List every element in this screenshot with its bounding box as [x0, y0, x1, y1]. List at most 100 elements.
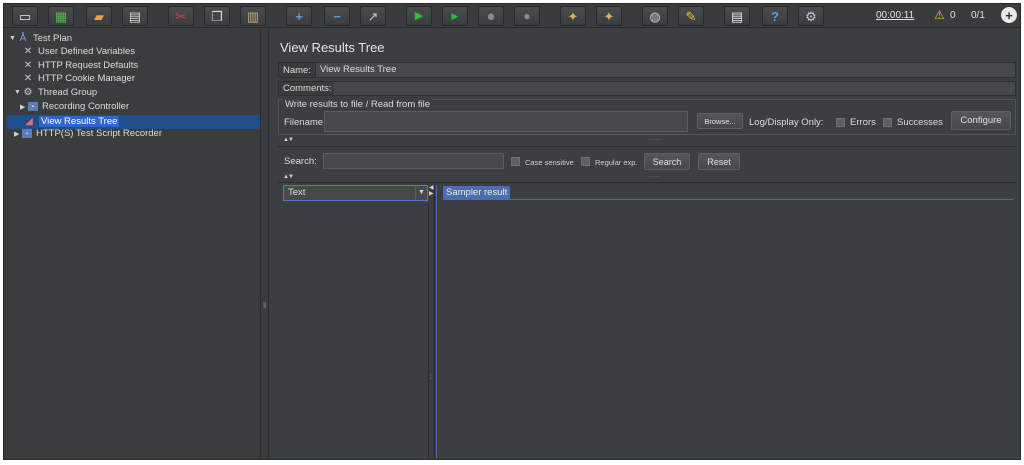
comments-field[interactable] — [334, 82, 1015, 95]
tree-item-label: Thread Group — [38, 87, 98, 98]
clear-icon[interactable]: ✦ — [560, 6, 586, 26]
reset-search-icon[interactable]: ✎ — [678, 6, 704, 26]
search-input[interactable] — [323, 153, 504, 169]
expand-toggle-icon[interactable]: ▼ — [9, 35, 17, 42]
successes-checkbox[interactable] — [883, 118, 892, 127]
expand-toggle-icon[interactable]: ▼ — [14, 89, 22, 96]
results-splitter[interactable]: ◀ ▶ ⁞ — [429, 185, 435, 459]
log-viewer-icon[interactable]: + — [1001, 7, 1017, 23]
templates-icon[interactable]: ▦ — [48, 6, 74, 26]
open-icon[interactable]: ▰ — [86, 6, 112, 26]
splitter-arrows-icon[interactable]: ▲▼ — [283, 137, 294, 143]
tree-item-label: User Defined Variables — [38, 46, 135, 57]
regular-exp-label: Regular exp. — [595, 158, 638, 167]
results-list[interactable] — [283, 203, 429, 459]
tree-splitter[interactable]: ‖ — [260, 29, 269, 459]
warning-icon[interactable]: ⚠ — [934, 8, 945, 22]
errors-checkbox[interactable] — [836, 118, 845, 127]
name-row: Name: View Results Tree — [278, 62, 1016, 78]
tab-underline — [443, 199, 1013, 200]
shutdown-icon[interactable]: ● — [514, 6, 540, 26]
config-element-icon: ✕ — [23, 46, 33, 57]
warning-count: 0 — [950, 10, 956, 21]
paste-icon[interactable]: ▥ — [240, 6, 266, 26]
splitter-arrows-icon[interactable]: ◀ ▶ — [429, 185, 434, 197]
tree-item-http-request-defaults[interactable]: ✕ HTTP Request Defaults — [22, 59, 138, 72]
splitter-grip-icon[interactable]: ······ — [649, 174, 661, 180]
help-icon[interactable]: ? — [762, 6, 788, 26]
name-field[interactable]: View Results Tree — [314, 63, 1015, 77]
case-sensitive-checkbox[interactable] — [511, 157, 520, 166]
listener-icon: ◢ — [25, 116, 33, 127]
tree-item-http-cookie-manager[interactable]: ✕ HTTP Cookie Manager — [22, 72, 135, 85]
search-button[interactable]: Search — [644, 153, 690, 170]
result-detail-pane: Sampler result — [436, 185, 1014, 459]
tab-sampler-result[interactable]: Sampler result — [443, 186, 511, 199]
recorder-icon: ▪ — [22, 129, 32, 138]
new-icon[interactable]: ▭ — [12, 6, 38, 26]
config-element-icon: ✕ — [23, 60, 33, 71]
tree-item-label: HTTP Cookie Manager — [38, 73, 135, 84]
jmeter-window: ▭ ▦ ▰ ▤ ✂ ❐ ▥ + − ↗ ▶ ▶ ● ● ✦ ✦ ◍ ✎ ▤ ? … — [3, 3, 1021, 460]
function-helper-icon[interactable]: ▤ — [724, 6, 750, 26]
expand-toggle-icon[interactable]: ▶ — [20, 103, 28, 111]
search-icon[interactable]: ◍ — [642, 6, 668, 26]
tree-item-http-test-script-recorder[interactable]: ▶ ▪ HTTP(S) Test Script Recorder — [14, 127, 162, 140]
file-group-legend: Write results to file / Read from file — [283, 99, 433, 110]
regular-exp-checkbox[interactable] — [581, 157, 590, 166]
results-area: Text ▼ ◀ ▶ ⁞ Sampler result — [271, 183, 1020, 459]
clear-all-icon[interactable]: ✦ — [596, 6, 622, 26]
case-sensitive-label: Case sensitive — [525, 158, 574, 167]
start-icon[interactable]: ▶ — [406, 6, 432, 26]
controller-icon: ▪ — [28, 102, 38, 111]
filename-input[interactable] — [324, 111, 688, 132]
tree-item-user-defined-variables[interactable]: ✕ User Defined Variables — [22, 45, 135, 58]
test-plan-tree: ▼ Å Test Plan ✕ User Defined Variables ✕… — [4, 29, 261, 459]
remote-icon[interactable]: ⚙ — [798, 6, 824, 26]
errors-label: Errors — [850, 117, 876, 128]
cut-icon[interactable]: ✂ — [168, 6, 194, 26]
splitter-line — [278, 146, 1016, 147]
comments-label: Comments: — [283, 83, 332, 94]
log-display-only-label: Log/Display Only: — [749, 117, 824, 128]
save-icon[interactable]: ▤ — [122, 6, 148, 26]
splitter-grip-icon[interactable]: ⁞ — [430, 375, 432, 381]
successes-label: Successes — [897, 117, 943, 128]
tree-item-recording-controller[interactable]: ▶ ▪ Recording Controller — [20, 100, 129, 113]
stop-icon[interactable]: ● — [478, 6, 504, 26]
file-group: Write results to file / Read from file F… — [278, 99, 1016, 135]
splitter-grip-icon[interactable]: ‖ — [263, 301, 266, 310]
tree-item-label: View Results Tree — [39, 116, 120, 127]
tree-item-label: HTTP(S) Test Script Recorder — [36, 128, 162, 139]
view-results-tree-panel: View Results Tree Name: View Results Tre… — [271, 29, 1020, 459]
chevron-down-icon[interactable]: ▼ — [415, 186, 427, 200]
name-label: Name: — [283, 64, 311, 76]
thread-group-icon: ⚙ — [23, 87, 33, 98]
toolbar: ▭ ▦ ▰ ▤ ✂ ❐ ▥ + − ↗ ▶ ▶ ● ● ✦ ✦ ◍ ✎ ▤ ? … — [4, 4, 1020, 28]
tree-item-test-plan[interactable]: ▼ Å Test Plan — [9, 32, 72, 45]
splitter-grip-icon[interactable]: ······ — [649, 137, 661, 143]
renderer-select[interactable]: Text ▼ — [283, 185, 428, 201]
comments-row: Comments: — [278, 81, 1016, 96]
active-threads: 0/1 — [971, 10, 985, 21]
configure-button[interactable]: Configure — [951, 111, 1011, 130]
reset-button[interactable]: Reset — [698, 153, 740, 170]
splitter-arrows-icon[interactable]: ▲▼ — [283, 174, 294, 180]
browse-button[interactable]: Browse... — [697, 113, 743, 129]
start-no-pauses-icon[interactable]: ▶ — [442, 6, 468, 26]
tree-item-label: HTTP Request Defaults — [38, 60, 139, 71]
renderer-select-value: Text — [288, 187, 306, 198]
elapsed-timer: 00:00:11 — [876, 10, 915, 21]
toggle-icon[interactable]: ↗ — [360, 6, 386, 26]
config-element-icon: ✕ — [23, 73, 33, 84]
collapse-icon[interactable]: − — [324, 6, 350, 26]
filename-label: Filename — [284, 117, 324, 128]
copy-icon[interactable]: ❐ — [204, 6, 230, 26]
test-plan-icon: Å — [19, 33, 27, 44]
page-title: View Results Tree — [280, 40, 385, 55]
expand-toggle-icon[interactable]: ▶ — [14, 130, 22, 138]
expand-icon[interactable]: + — [286, 6, 312, 26]
search-label: Search: — [284, 156, 317, 167]
tree-item-label: Recording Controller — [42, 101, 130, 112]
tree-item-thread-group[interactable]: ▼ ⚙ Thread Group — [14, 86, 97, 99]
